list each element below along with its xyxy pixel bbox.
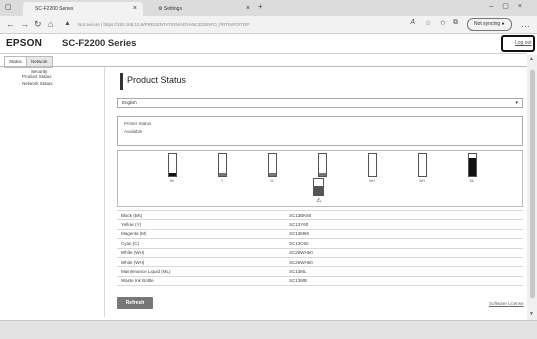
read-aloud-icon[interactable]: 𝐴 [410, 19, 415, 27]
ink-label: WH [369, 179, 375, 183]
tab-label: Settings [163, 6, 182, 12]
consumable-name: Magenta (M) [117, 228, 285, 239]
consumables-table-body: Black (BK) SC13BK60 Yellow (Y) SC13Y60 Magen… [117, 209, 523, 287]
language-value: English [122, 100, 137, 105]
title-accent-bar [120, 73, 123, 90]
collections-icon[interactable]: ⧉ [453, 19, 458, 27]
favorites-list-icon[interactable]: ✩ [440, 19, 446, 27]
back-icon[interactable]: ← [6, 19, 15, 29]
printer-status-value: Available [124, 129, 143, 134]
software-license-link[interactable]: Software License [489, 301, 524, 306]
table-row: Cyan (C) SC13C60 [117, 238, 523, 249]
table-row: Magenta (M) SC13M60 [117, 228, 523, 239]
ink-label: Y [220, 179, 224, 183]
ink-level-fill [269, 172, 276, 176]
more-icon[interactable]: … [521, 19, 530, 29]
close-tab-icon[interactable]: × [133, 2, 137, 16]
printer-status-group [117, 116, 523, 146]
consumable-code: SC26WH60 [285, 247, 523, 258]
browser-tab-settings[interactable]: ⚙ Settings × [146, 2, 256, 16]
tab-label: SC-F2200 Series [35, 6, 74, 12]
consumable-code: SC13ML [285, 266, 523, 277]
bottom-bar [0, 320, 537, 339]
consumable-code: SC13Y60 [285, 219, 523, 230]
sync-button[interactable]: Not syncing ● [467, 18, 512, 31]
table-row: White (WH) SC26WH60 [117, 247, 523, 258]
scroll-up-icon[interactable]: ▲ [529, 56, 534, 62]
model-name: SC-F2200 Series [62, 38, 137, 49]
consumable-code: SC13C60 [285, 238, 523, 249]
window-menu-icon[interactable]: ▢ [5, 3, 12, 11]
printer-status-legend: Printer Status [124, 121, 152, 126]
consumable-name: Yellow (Y) [117, 219, 285, 230]
sync-label: Not syncing [474, 21, 501, 27]
page-title: Product Status [127, 75, 187, 85]
consumable-name: Cyan (C) [117, 238, 285, 249]
warning-icon[interactable]: ▲ [64, 20, 71, 27]
browser-tab-bar: ▢ SC-F2200 Series × ⚙ Settings × + –▢× [0, 0, 537, 16]
favorite-icon[interactable]: ☆ [425, 19, 431, 27]
sidebar: Product Status Network Status [0, 67, 104, 317]
ink-cartridge [218, 153, 227, 177]
warning-icon: ⚠ [316, 198, 322, 204]
ink-level-fill [319, 172, 326, 176]
refresh-button[interactable]: Refresh [117, 297, 153, 309]
address-bar-row: ← → ↻ ⌂ ▲ Not secure | https://192.168.1… [0, 16, 537, 34]
sidebar-divider [104, 67, 105, 317]
maintenance-box-level [313, 178, 324, 196]
consumable-name: White (WH) [117, 247, 285, 258]
ink-label: M [270, 179, 274, 183]
chevron-down-icon: ▾ [515, 100, 518, 106]
consumable-name: Maintenance Liquid (ML) [117, 266, 285, 277]
consumable-code: SC13MB [285, 275, 523, 287]
scroll-down-icon[interactable]: ▼ [529, 311, 534, 317]
url-text: https://192.168.10.9/PRESENTATION/ADVANC… [103, 22, 250, 27]
ink-cartridge [418, 153, 427, 177]
ink-cartridge [168, 153, 177, 177]
ink-label: ML [469, 179, 475, 183]
ink-level-fill [469, 158, 476, 176]
ink-cartridge [268, 153, 277, 177]
ink-cartridge [318, 153, 327, 177]
ink-level-fill [219, 172, 226, 176]
consumable-name: Black (BK) [117, 209, 285, 220]
close-tab-icon[interactable]: × [246, 2, 250, 16]
ink-cartridge [368, 153, 377, 177]
table-row: Maintenance Liquid (ML) SC13ML [117, 266, 523, 277]
brand-logo: EPSON [6, 38, 43, 49]
browser-tab-epson[interactable]: SC-F2200 Series × [23, 2, 143, 16]
consumable-code: SC26WH60 [285, 256, 523, 267]
home-icon[interactable]: ⌂ [48, 19, 53, 29]
consumables-table: Black (BK) SC13BK60 Yellow (Y) SC13Y60 Magen… [117, 209, 523, 287]
ink-cartridge [468, 153, 477, 177]
consumable-name: Waste Ink Bottle [117, 275, 285, 287]
scrollbar-thumb[interactable] [530, 70, 535, 298]
window-controls[interactable]: –▢× [489, 2, 531, 10]
sidebar-item-product-status[interactable]: Product Status [22, 74, 52, 79]
ink-label: BK [169, 179, 175, 183]
ink-level-fill [169, 172, 176, 176]
consumable-name: White (WH) [117, 256, 285, 267]
maintenance-box-fill [314, 186, 323, 195]
table-row: Yellow (Y) SC13Y60 [117, 219, 523, 230]
language-select[interactable]: English ▾ [117, 98, 523, 108]
header-divider [0, 53, 527, 54]
new-tab-icon[interactable]: + [258, 2, 263, 11]
reload-icon[interactable]: ↻ [34, 19, 42, 30]
table-row: Black (BK) SC13BK60 [117, 209, 523, 220]
ink-label: WH [419, 179, 425, 183]
consumable-code: SC13BK60 [285, 209, 523, 220]
table-row: Waste Ink Bottle SC13MB [117, 275, 523, 287]
consumable-code: SC13M60 [285, 228, 523, 239]
forward-icon[interactable]: → [20, 19, 29, 29]
url-prefix: Not secure [78, 22, 100, 27]
url-field[interactable]: Not secure | https://192.168.10.9/PRESEN… [78, 19, 408, 30]
sidebar-item-network-status[interactable]: Network Status [22, 81, 53, 86]
logout-link[interactable]: Log out [515, 40, 532, 46]
table-row: White (WH) SC26WH60 [117, 256, 523, 267]
